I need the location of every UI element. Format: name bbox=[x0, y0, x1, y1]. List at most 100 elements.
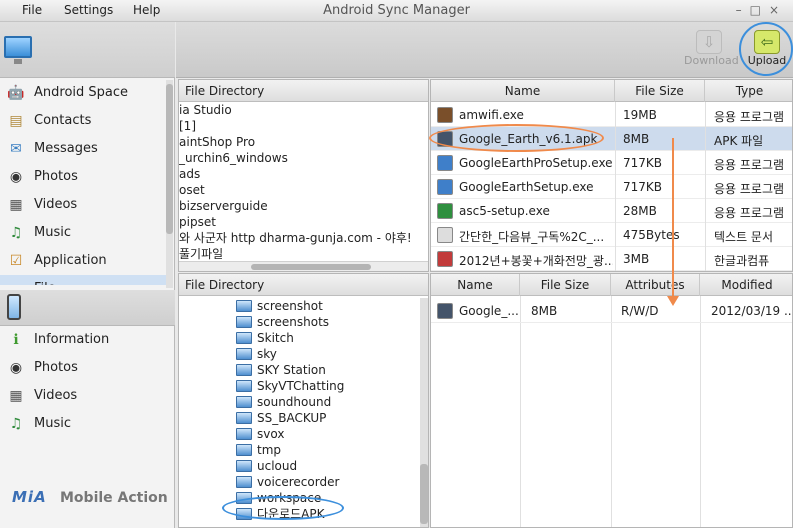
application-icon: ☑ bbox=[9, 253, 23, 269]
music-icon: ♫ bbox=[9, 225, 23, 241]
folder-icon bbox=[236, 316, 252, 328]
sidebar-item-application[interactable]: ☑ Application bbox=[0, 247, 168, 275]
download-button[interactable]: ⇩ Download bbox=[684, 30, 739, 67]
messages-icon: ✉ bbox=[10, 141, 22, 157]
pc-tree-node[interactable]: 풀기파일 bbox=[179, 246, 223, 262]
folder-icon bbox=[236, 444, 252, 456]
file-row[interactable]: asc5-setup.exe 28MB 응용 프로그램 bbox=[431, 199, 792, 223]
folder-icon bbox=[236, 332, 252, 344]
cell-name: GoogleEarthProSetup.exe bbox=[459, 156, 613, 170]
sidebar-item-contacts[interactable]: ▤ Contacts bbox=[0, 107, 168, 135]
camera-icon: ◉ bbox=[9, 169, 23, 185]
folder-label: SkyVTChatting bbox=[257, 379, 345, 393]
file-row[interactable]: GoogleEarthProSetup.exe 717KB 응용 프로그램 bbox=[431, 151, 792, 175]
pc-tree-node[interactable]: oset bbox=[179, 182, 205, 198]
sidebar-item-music[interactable]: ♫ Music bbox=[0, 219, 168, 247]
phone-tree-node[interactable]: Skitch bbox=[236, 330, 294, 346]
phone-tree-node[interactable]: SS_BACKUP bbox=[236, 410, 326, 426]
folder-icon bbox=[236, 396, 252, 408]
phone-tree-node[interactable]: tmp bbox=[236, 442, 281, 458]
nav-label: File bbox=[34, 281, 56, 285]
sidebar-item-android-space[interactable]: 🤖 Android Space bbox=[0, 79, 168, 107]
download-apk-highlight-oval bbox=[222, 496, 344, 520]
phone-tree-node[interactable]: sky bbox=[236, 346, 277, 362]
phone-tree-node[interactable]: ucloud bbox=[236, 458, 297, 474]
pc-tree-node[interactable]: _urchin6_windows bbox=[179, 150, 288, 166]
folder-label: voicerecorder bbox=[257, 475, 340, 489]
phone-file-row[interactable]: Google_... 8MB R/W/D 2012/03/19 ... bbox=[431, 299, 792, 323]
minimize-button[interactable]: – bbox=[736, 3, 750, 17]
folder-label: tmp bbox=[257, 443, 282, 457]
pc-tree-node[interactable]: bizserverguide bbox=[179, 198, 268, 214]
cell-name: GoogleEarthSetup.exe bbox=[459, 180, 594, 194]
phone-item-videos[interactable]: ▦ Videos bbox=[0, 382, 168, 410]
phone-tree-node[interactable]: SkyVTChatting bbox=[236, 378, 344, 394]
folder-label: Skitch bbox=[257, 331, 294, 345]
col-type[interactable]: Type bbox=[705, 80, 792, 102]
pc-tree-node[interactable]: pipset bbox=[179, 214, 216, 230]
pc-tree-node[interactable]: ads bbox=[179, 166, 200, 182]
download-icon: ⇩ bbox=[696, 30, 722, 54]
col-name[interactable]: Name bbox=[431, 274, 520, 296]
file-row[interactable]: 2012년+봉꽃+개화전망_광... 3MB 한글과컴퓨 bbox=[431, 247, 792, 271]
nav-label: Contacts bbox=[34, 113, 92, 128]
phone-tree-node[interactable]: voicerecorder bbox=[236, 474, 339, 490]
col-name[interactable]: Name bbox=[431, 80, 615, 102]
file-row[interactable]: GoogleEarthSetup.exe 717KB 응용 프로그램 bbox=[431, 175, 792, 199]
file-row[interactable]: 간단한_다음뷰_구독%2C_... 475Bytes 텍스트 문서 bbox=[431, 223, 792, 247]
phone-directory-title: File Directory bbox=[185, 278, 265, 292]
phone-tree-node[interactable]: svox bbox=[236, 426, 284, 442]
nav-label: Photos bbox=[34, 169, 78, 184]
folder-icon bbox=[236, 364, 252, 376]
pc-directory-pane: File Directory ia Studio [1] aintShop Pro _… bbox=[178, 79, 429, 272]
app-title: Android Sync Manager bbox=[323, 3, 470, 18]
close-button[interactable]: × bbox=[769, 3, 787, 17]
nav-label: Information bbox=[34, 332, 110, 347]
sidebar-item-photos[interactable]: ◉ Photos bbox=[0, 163, 168, 191]
phone-device-header[interactable] bbox=[0, 290, 175, 326]
pc-device-header[interactable] bbox=[0, 22, 175, 78]
file-row[interactable]: amwifi.exe 19MB 응용 프로그램 bbox=[431, 103, 792, 127]
cell-size: 3MB bbox=[623, 252, 650, 266]
folder-label: svox bbox=[257, 427, 285, 441]
phone-tree-vscrollbar[interactable] bbox=[420, 298, 428, 527]
pc-tree-node[interactable]: aintShop Pro bbox=[179, 134, 255, 150]
nav-label: Messages bbox=[34, 141, 98, 156]
phone-item-photos[interactable]: ◉ Photos bbox=[0, 354, 168, 382]
cell-size: 8MB bbox=[623, 132, 650, 146]
film-icon: ▦ bbox=[9, 197, 23, 213]
col-file-size[interactable]: File Size bbox=[520, 274, 611, 296]
pc-tree-node[interactable]: [1] bbox=[179, 118, 196, 134]
phone-item-information[interactable]: ℹ Information bbox=[0, 326, 168, 354]
pc-tree-node[interactable]: 와 사군자 http dharma-gunja.com - 야후! bbox=[179, 230, 412, 246]
drag-arrow-head bbox=[667, 296, 679, 306]
cell-type: 응용 프로그램 bbox=[714, 206, 785, 220]
col-file-size[interactable]: File Size bbox=[615, 80, 705, 102]
col-attributes[interactable]: Attributes bbox=[611, 274, 700, 296]
sidebar-item-messages[interactable]: ✉ Messages bbox=[0, 135, 168, 163]
cell-modified: 2012/03/19 ... bbox=[711, 304, 793, 318]
phone-tree-node[interactable]: screenshots bbox=[236, 314, 329, 330]
nav-label: Music bbox=[34, 225, 71, 240]
phone-tree-node[interactable]: screenshot bbox=[236, 298, 323, 314]
folder-label: sky bbox=[257, 347, 277, 361]
cell-type: 응용 프로그램 bbox=[714, 158, 785, 172]
sidebar-item-file[interactable]: ▭ File bbox=[0, 275, 168, 285]
contacts-icon: ▤ bbox=[9, 113, 23, 129]
phone-item-music[interactable]: ♫ Music bbox=[0, 410, 168, 438]
col-modified[interactable]: Modified bbox=[700, 274, 792, 296]
maximize-button[interactable]: □ bbox=[750, 3, 769, 17]
folder-label: SS_BACKUP bbox=[257, 411, 327, 425]
phone-tree-node[interactable]: SKY Station bbox=[236, 362, 326, 378]
pc-tree-node[interactable]: ia Studio bbox=[179, 102, 232, 118]
apk-highlight-oval bbox=[429, 124, 604, 152]
phone-tree-node[interactable]: soundhound bbox=[236, 394, 331, 410]
cell-size: 28MB bbox=[623, 204, 657, 218]
sidebar-item-videos[interactable]: ▦ Videos bbox=[0, 191, 168, 219]
nav-label: Videos bbox=[34, 197, 78, 212]
folder-icon bbox=[236, 476, 252, 488]
file-type-icon bbox=[437, 179, 453, 195]
sidebar-top-scrollbar[interactable] bbox=[166, 80, 173, 288]
pc-tree-hscrollbar[interactable] bbox=[179, 261, 428, 271]
nav-label: Application bbox=[34, 253, 107, 268]
